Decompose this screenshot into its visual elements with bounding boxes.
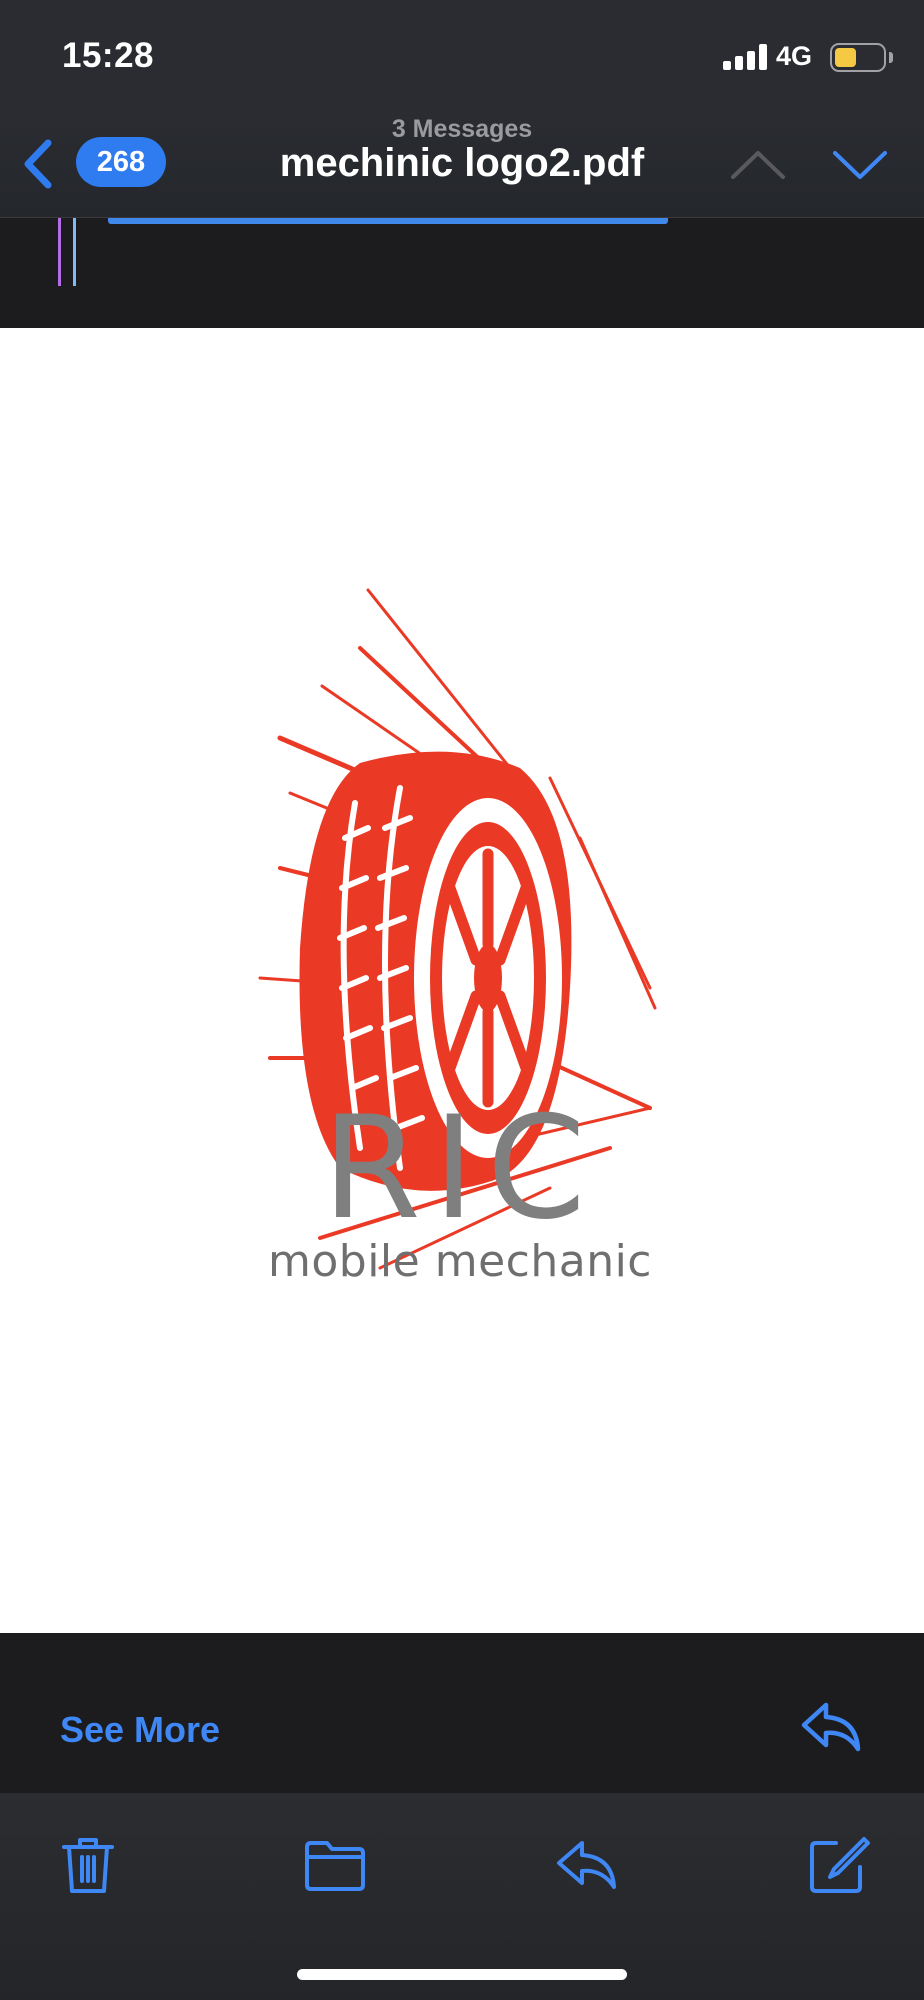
chevron-down-icon[interactable]	[830, 145, 890, 185]
trash-icon[interactable]	[56, 1833, 120, 1897]
battery-level	[835, 48, 857, 67]
quote-bar	[58, 218, 61, 286]
compose-icon[interactable]	[806, 1833, 870, 1897]
signal-icon	[723, 44, 767, 70]
logo-subtitle: mobile mechanic	[268, 1236, 652, 1287]
attachment-title: mechinic logo2.pdf	[279, 141, 645, 185]
battery-icon	[830, 43, 886, 72]
quote-bar	[73, 218, 76, 286]
network-type: 4G	[776, 41, 813, 71]
message-header: 268 3 Messages mechinic logo2.pdf	[0, 115, 924, 218]
reply-icon[interactable]	[554, 1833, 618, 1897]
battery-tip	[889, 52, 893, 63]
clipped-message-text	[108, 218, 668, 224]
unread-count-badge[interactable]: 268	[76, 137, 166, 187]
message-count: 3 Messages	[391, 115, 533, 143]
folder-icon[interactable]	[303, 1833, 367, 1897]
status-bar: 15:28 4G	[0, 0, 924, 115]
logo-title: RIC	[322, 1086, 598, 1251]
pdf-preview[interactable]: RIC mobile mechanic	[0, 328, 924, 1633]
chevron-up-icon[interactable]	[728, 145, 788, 185]
chevron-left-icon[interactable]	[18, 137, 58, 191]
home-indicator[interactable]	[297, 1969, 627, 1980]
status-time: 15:28	[62, 36, 155, 75]
message-footer-card: See More	[0, 1633, 924, 1783]
see-more-link[interactable]: See More	[60, 1709, 220, 1751]
reply-icon[interactable]	[800, 1699, 862, 1755]
message-body-strip	[0, 218, 924, 328]
